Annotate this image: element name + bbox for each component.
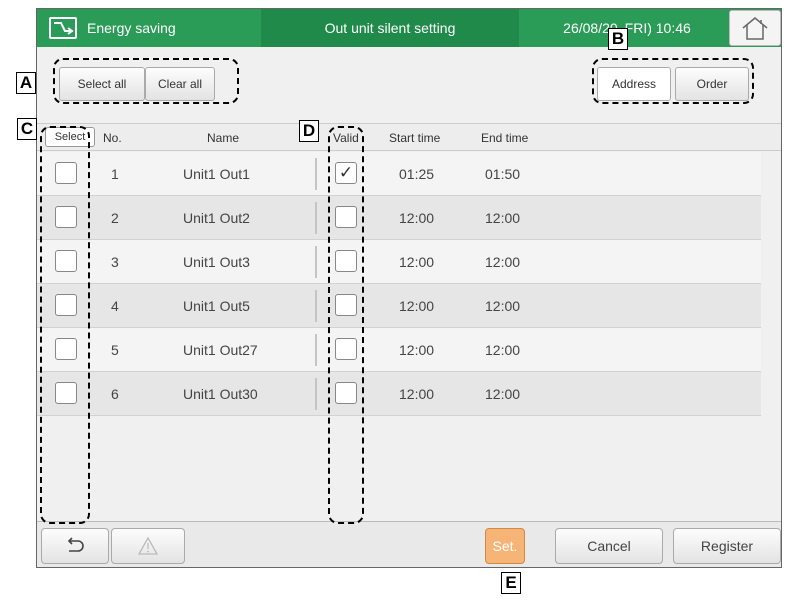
row-start-time: 12:00 <box>399 254 435 270</box>
row-divider <box>315 246 317 278</box>
table-row: 4 Unit1 Out5 12:00 12:00 <box>37 284 761 328</box>
row-name: Unit1 Out30 <box>183 386 258 402</box>
back-button[interactable] <box>41 528 109 564</box>
row-divider <box>315 378 317 410</box>
start-time-column-header: Start time <box>389 131 441 145</box>
row-start-time: 12:00 <box>399 298 435 314</box>
unit-list: 1 Unit1 Out1 ✓ 01:25 01:50 2 Unit1 Out2 … <box>37 152 781 520</box>
callout-outline-a <box>53 58 239 104</box>
callout-label-d: D <box>299 120 319 142</box>
register-button[interactable]: Register <box>673 528 781 564</box>
callout-outline-b <box>592 58 754 104</box>
table-row: 3 Unit1 Out3 12:00 12:00 <box>37 240 761 284</box>
row-end-time: 12:00 <box>485 298 521 314</box>
home-button[interactable] <box>729 10 781 46</box>
callout-outline-c <box>40 126 90 524</box>
row-end-time: 01:50 <box>485 166 521 182</box>
callout-label-c: C <box>17 118 37 140</box>
table-row: 5 Unit1 Out27 12:00 12:00 <box>37 328 761 372</box>
table-header: Select No. Name Valid Start time End tim… <box>37 123 781 151</box>
energy-saving-icon <box>49 17 77 39</box>
home-icon <box>742 17 768 40</box>
row-no: 1 <box>111 166 119 182</box>
table-row: 1 Unit1 Out1 ✓ 01:25 01:50 <box>37 152 761 196</box>
row-name: Unit1 Out2 <box>183 210 250 226</box>
callout-label-b: B <box>608 28 628 50</box>
screen-title: Out unit silent setting <box>261 9 519 47</box>
row-divider <box>315 290 317 322</box>
row-start-time: 12:00 <box>399 386 435 402</box>
table-row: 2 Unit1 Out2 12:00 12:00 <box>37 196 761 240</box>
row-end-time: 12:00 <box>485 342 521 358</box>
row-name: Unit1 Out3 <box>183 254 250 270</box>
table-row: 6 Unit1 Out30 12:00 12:00 <box>37 372 761 416</box>
row-start-time: 12:00 <box>399 342 435 358</box>
row-no: 3 <box>111 254 119 270</box>
back-arrow-icon <box>67 537 84 552</box>
callout-label-e: E <box>501 572 521 594</box>
end-time-column-header: End time <box>481 131 529 145</box>
row-divider <box>315 202 317 234</box>
footer-bar: Set. Cancel Register <box>37 521 781 567</box>
row-name: Unit1 Out1 <box>183 166 250 182</box>
row-end-time: 12:00 <box>485 210 521 226</box>
row-start-time: 12:00 <box>399 210 435 226</box>
row-no: 4 <box>111 298 119 314</box>
row-no: 2 <box>111 210 119 226</box>
row-divider <box>315 158 317 190</box>
row-start-time: 01:25 <box>399 166 435 182</box>
callout-label-a: A <box>16 72 36 94</box>
callout-outline-d <box>328 126 364 524</box>
row-end-time: 12:00 <box>485 386 521 402</box>
row-name: Unit1 Out27 <box>183 342 258 358</box>
warning-button[interactable] <box>111 528 185 564</box>
row-name: Unit1 Out5 <box>183 298 250 314</box>
row-no: 6 <box>111 386 119 402</box>
set-button[interactable]: Set. <box>485 528 525 564</box>
row-divider <box>315 334 317 366</box>
name-column-header: Name <box>207 131 240 145</box>
cancel-button[interactable]: Cancel <box>555 528 663 564</box>
warning-icon <box>137 536 159 555</box>
row-no: 5 <box>111 342 119 358</box>
app-label: Energy saving <box>87 20 176 36</box>
header-bar: Energy saving Out unit silent setting 26… <box>37 9 781 47</box>
no-column-header: No. <box>103 131 122 145</box>
row-end-time: 12:00 <box>485 254 521 270</box>
